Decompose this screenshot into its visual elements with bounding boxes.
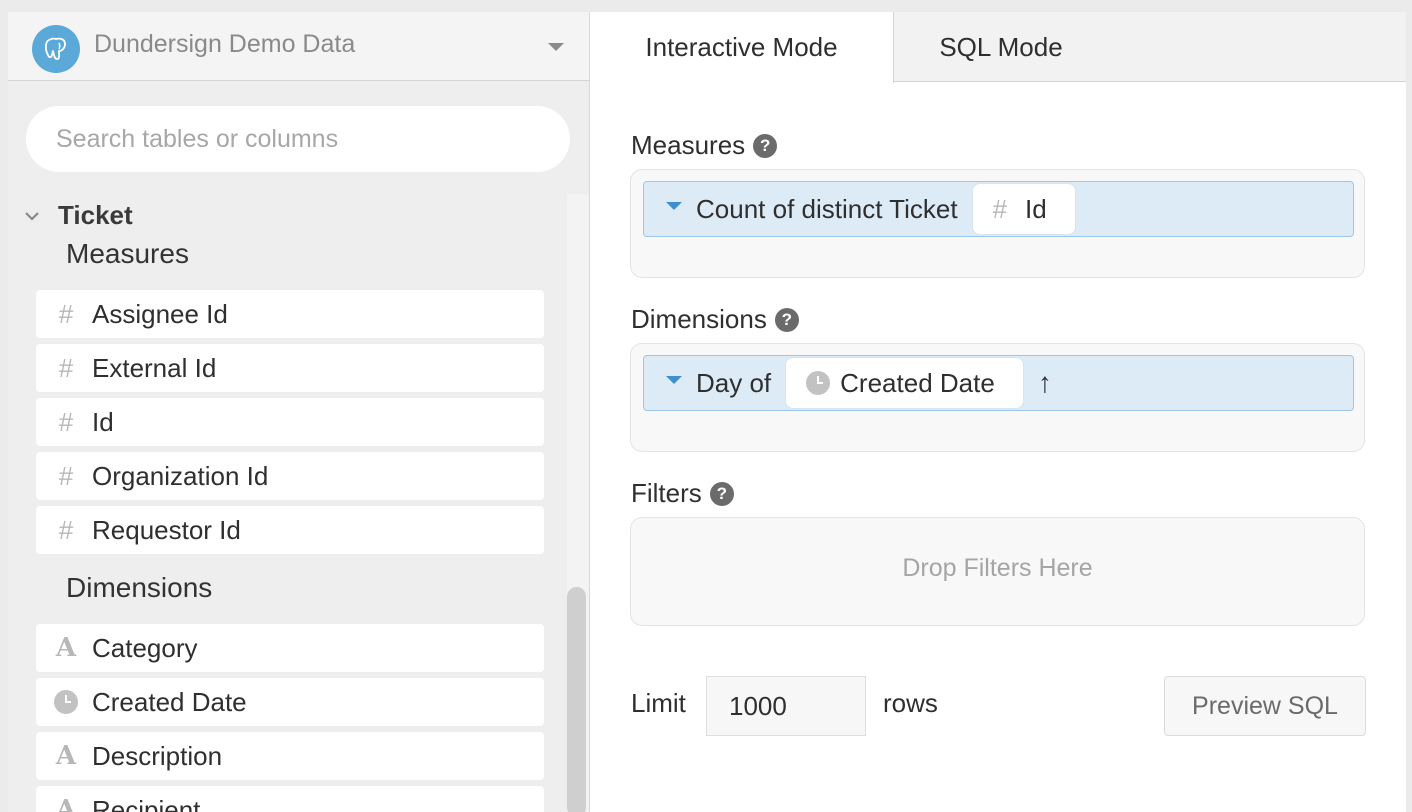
- dimensions-title: Dimensions ?: [631, 304, 799, 335]
- field-item-id[interactable]: # Id: [36, 398, 544, 446]
- filters-title-text: Filters: [631, 478, 702, 508]
- field-label: Created Date: [92, 686, 247, 717]
- measure-pill[interactable]: Count of distinct Ticket # Id: [643, 181, 1354, 237]
- field-label: Assignee Id: [92, 298, 228, 329]
- text-icon: A: [55, 633, 77, 663]
- table-name: Ticket: [58, 200, 133, 230]
- field-item-category[interactable]: A Category: [36, 624, 544, 672]
- field-label: Category: [92, 632, 198, 663]
- measure-field-name: Id: [1025, 193, 1047, 224]
- hash-icon: #: [58, 406, 74, 437]
- tab-sql-mode[interactable]: SQL Mode: [893, 12, 1109, 82]
- field-item-requestor-id[interactable]: # Requestor Id: [36, 506, 544, 554]
- dimension-field-chip[interactable]: Created Date: [785, 357, 1024, 409]
- datasource-select[interactable]: Dundersign Demo Data: [8, 12, 589, 81]
- app-frame: Dundersign Demo Data Ticket Measures # A…: [8, 12, 1406, 812]
- chevron-down-icon[interactable]: [548, 43, 564, 51]
- help-icon[interactable]: ?: [774, 307, 799, 332]
- preview-sql-button[interactable]: Preview SQL: [1164, 676, 1366, 736]
- hash-icon: #: [58, 298, 74, 329]
- clock-icon: [806, 371, 831, 395]
- text-icon: A: [55, 741, 77, 771]
- postgres-elephant-icon: [32, 25, 80, 73]
- field-item-recipient[interactable]: A Recipient: [36, 786, 544, 812]
- field-label: Recipient: [92, 794, 201, 812]
- tab-interactive-mode[interactable]: Interactive Mode: [590, 12, 894, 83]
- measures-section-label: Measures: [66, 238, 189, 269]
- measures-title: Measures ?: [631, 130, 778, 161]
- dimensions-title-text: Dimensions: [631, 304, 767, 334]
- measure-field-chip[interactable]: # Id: [971, 183, 1076, 235]
- field-item-organization-id[interactable]: # Organization Id: [36, 452, 544, 500]
- hash-icon: #: [58, 514, 74, 545]
- field-item-assignee-id[interactable]: # Assignee Id: [36, 290, 544, 338]
- limit-label: Limit: [631, 688, 686, 718]
- caret-down-icon[interactable]: [666, 202, 682, 210]
- measures-dropzone[interactable]: Count of distinct Ticket # Id: [630, 169, 1365, 278]
- hash-icon: #: [58, 352, 74, 383]
- dimension-pill[interactable]: Day of Created Date ↑: [643, 355, 1354, 411]
- field-item-external-id[interactable]: # External Id: [36, 344, 544, 392]
- field-label: External Id: [92, 352, 217, 383]
- rows-label: rows: [883, 688, 938, 718]
- hash-icon: #: [58, 460, 74, 491]
- search-input[interactable]: [26, 106, 570, 172]
- schema-sidebar: Dundersign Demo Data Ticket Measures # A…: [8, 12, 590, 812]
- dimensions-dropzone[interactable]: Day of Created Date ↑: [630, 343, 1365, 452]
- field-item-description[interactable]: A Description: [36, 732, 544, 780]
- chevron-down-icon: [25, 211, 39, 221]
- field-label: Description: [92, 740, 223, 771]
- measures-title-text: Measures: [631, 130, 746, 160]
- text-icon: A: [55, 795, 77, 812]
- sort-ascending-icon[interactable]: ↑: [1038, 367, 1052, 399]
- dimension-field-name: Created Date: [840, 367, 995, 398]
- clock-icon: [54, 690, 78, 714]
- field-item-created-date[interactable]: Created Date: [36, 678, 544, 726]
- filters-title: Filters ?: [631, 478, 734, 509]
- sidebar-scrollbar-thumb[interactable]: [567, 587, 586, 812]
- help-icon[interactable]: ?: [753, 133, 778, 158]
- field-label: Organization Id: [92, 460, 269, 491]
- filters-dropzone[interactable]: Drop Filters Here: [630, 517, 1365, 626]
- filters-placeholder: Drop Filters Here: [902, 554, 1093, 582]
- help-icon[interactable]: ?: [709, 481, 734, 506]
- measure-aggregation: Count of distinct Ticket: [696, 193, 958, 224]
- mode-tabs: Interactive Mode SQL Mode: [590, 12, 1406, 83]
- dimension-granularity: Day of: [696, 367, 772, 398]
- field-label: Id: [92, 406, 114, 437]
- hash-icon: #: [992, 193, 1008, 224]
- dimensions-section-label: Dimensions: [66, 572, 213, 603]
- datasource-name: Dundersign Demo Data: [94, 30, 356, 58]
- limit-input[interactable]: [706, 676, 866, 736]
- field-label: Requestor Id: [92, 514, 241, 545]
- table-toggle-ticket[interactable]: Ticket: [22, 200, 133, 231]
- caret-down-icon[interactable]: [666, 376, 682, 384]
